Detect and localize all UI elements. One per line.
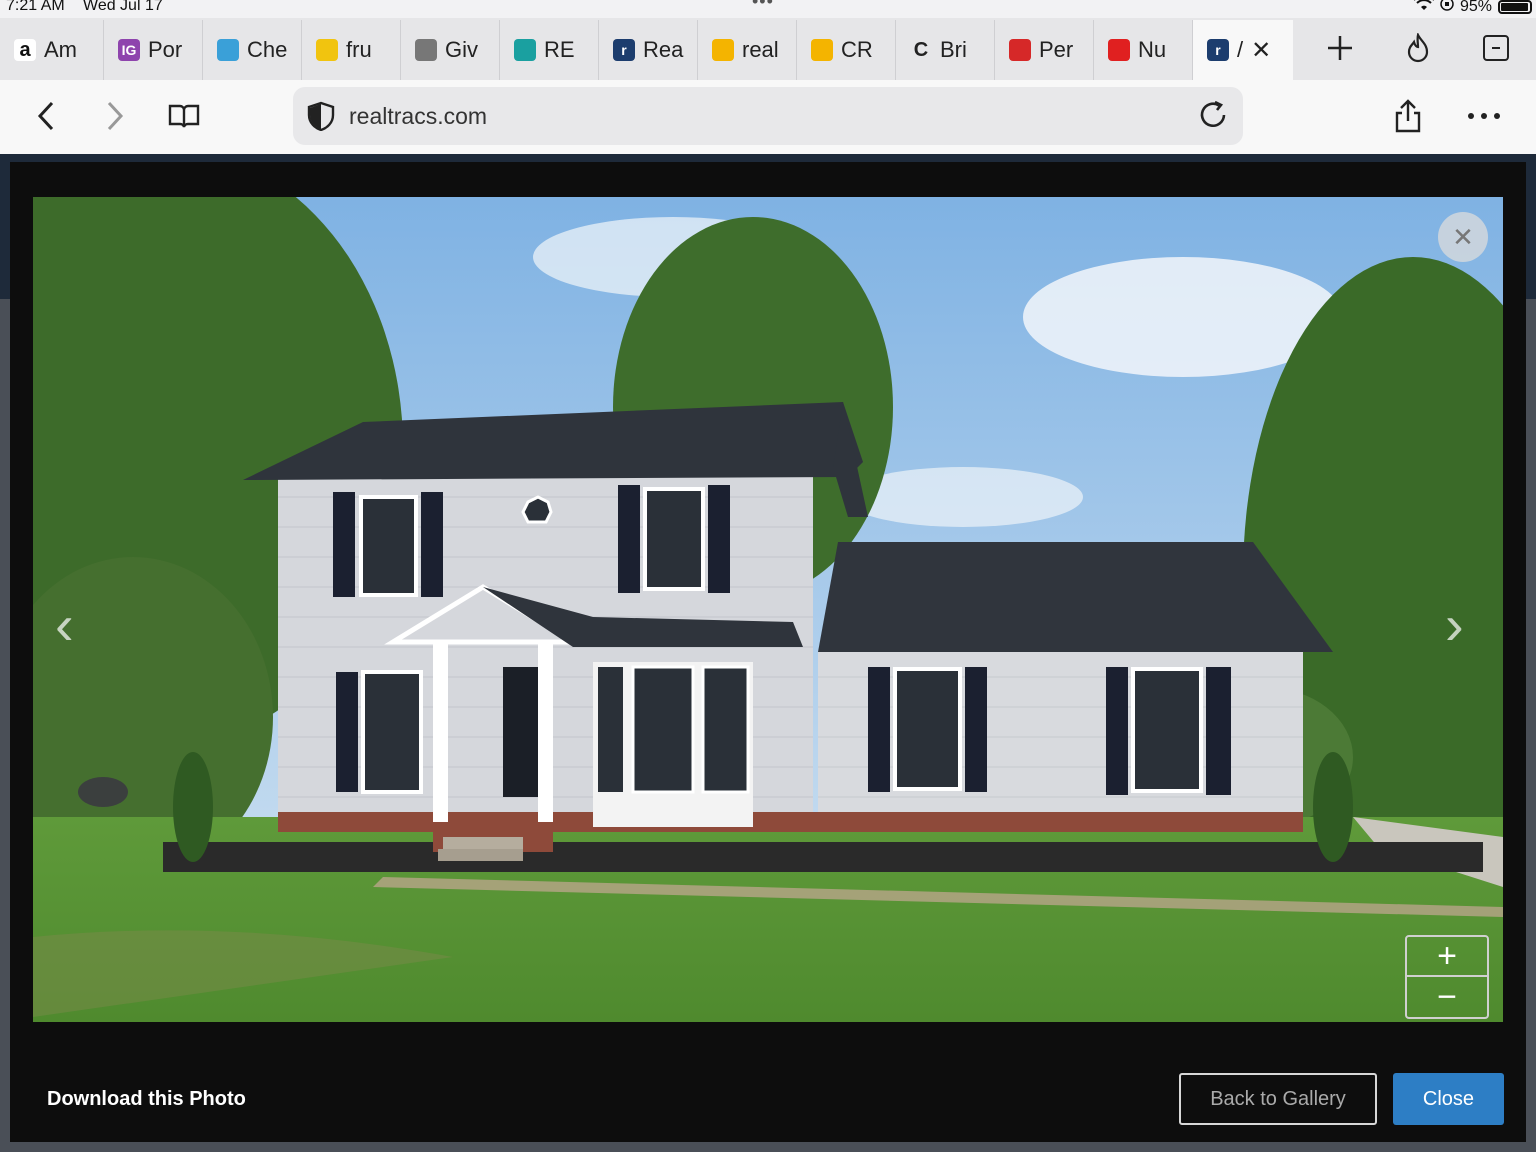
tab-2[interactable]: Che xyxy=(203,20,302,80)
download-photo-link[interactable]: Download this Photo xyxy=(47,1088,246,1111)
navigation-bar: realtracs.com xyxy=(0,80,1536,154)
tab-label: Per xyxy=(1039,37,1074,62)
tab-0[interactable]: a Am xyxy=(0,20,104,80)
tab-label: real xyxy=(742,37,779,62)
tab-12[interactable]: r / ✕ xyxy=(1193,20,1293,80)
wifi-icon xyxy=(1413,0,1434,16)
zoom-controls: + − xyxy=(1405,935,1489,1019)
pin-icon xyxy=(316,39,338,61)
tab-label: / xyxy=(1237,37,1244,62)
tab-label: CR xyxy=(841,37,873,62)
back-button[interactable] xyxy=(22,92,70,140)
tab-label: Am xyxy=(44,37,77,62)
heart-icon xyxy=(217,39,239,61)
ellipsis-icon xyxy=(1468,113,1500,119)
tab-1[interactable]: IG Por xyxy=(104,20,203,80)
sign-icon xyxy=(811,39,833,61)
tab-5[interactable]: RE xyxy=(500,20,599,80)
chevron-right-icon xyxy=(107,101,124,131)
tab-label: Che xyxy=(247,37,288,62)
gear-icon xyxy=(415,39,437,61)
zoom-out-button[interactable]: − xyxy=(1407,977,1487,1017)
tab-switcher-icon xyxy=(1483,35,1509,61)
status-date: Wed Jul 17 xyxy=(83,0,163,14)
book-icon xyxy=(168,104,200,128)
tab-8[interactable]: CR xyxy=(797,20,896,80)
tab-label: fru xyxy=(346,37,372,62)
tab-7[interactable]: real xyxy=(698,20,797,80)
youtube-icon xyxy=(1108,39,1130,61)
tab-10[interactable]: Per xyxy=(995,20,1094,80)
ig-icon: IG xyxy=(118,39,140,61)
bookmarks-button[interactable] xyxy=(160,92,208,140)
tab-label: Nu xyxy=(1138,37,1167,62)
tab-label: Giv xyxy=(445,37,478,62)
close-icon: ✕ xyxy=(1452,221,1474,252)
close-button[interactable]: Close xyxy=(1393,1073,1504,1125)
chevron-left-icon xyxy=(37,101,54,131)
tab-overview-button[interactable] xyxy=(1457,18,1535,78)
sign-icon xyxy=(712,39,734,61)
tab-label: Por xyxy=(148,37,183,62)
new-tab-button[interactable] xyxy=(1301,18,1379,78)
c-icon: C xyxy=(913,38,929,61)
tab-6[interactable]: r Rea xyxy=(599,20,698,80)
amazon-icon: a xyxy=(14,39,36,61)
plus-icon xyxy=(1328,36,1352,60)
battery-icon xyxy=(1498,0,1532,14)
more-button[interactable] xyxy=(1460,92,1508,140)
house-photo-image xyxy=(33,197,1503,1022)
tab-3[interactable]: fru xyxy=(302,20,401,80)
status-time: 7:21 AM xyxy=(6,0,65,14)
tab-11[interactable]: Nu xyxy=(1094,20,1193,80)
forward-button[interactable] xyxy=(91,92,139,140)
multitask-dots[interactable]: ••• xyxy=(752,0,774,12)
tab-label: Rea xyxy=(643,37,684,62)
photo-modal: ✕ ‹ › + − Download this Photo Back to Ga… xyxy=(10,162,1526,1142)
address-bar[interactable]: realtracs.com xyxy=(293,87,1243,145)
shield-icon[interactable] xyxy=(305,100,337,132)
orientation-lock-icon xyxy=(1440,0,1454,16)
tab-4[interactable]: Giv xyxy=(401,20,500,80)
chevron-left-icon: ‹ xyxy=(55,593,74,656)
tab-label: RE xyxy=(544,37,575,62)
share-icon xyxy=(1395,99,1421,133)
target-icon xyxy=(1009,39,1031,61)
battery-percent: 95% xyxy=(1459,0,1492,15)
tab-bar: a Am IG Por Che fru Giv RE r Rea real CR C Bri Per Nu r /… xyxy=(0,18,1536,80)
close-tab-icon[interactable]: ✕ xyxy=(1251,36,1271,65)
flame-icon xyxy=(1407,33,1429,63)
tab-label: Bri xyxy=(940,37,967,62)
url-text[interactable]: realtracs.com xyxy=(349,103,487,130)
chevron-right-icon: › xyxy=(1445,593,1464,656)
realtracs-icon: r xyxy=(613,39,635,61)
reload-icon[interactable] xyxy=(1197,99,1229,131)
house-photo xyxy=(33,197,1503,1022)
zoom-in-button[interactable]: + xyxy=(1407,937,1487,977)
next-photo-button[interactable]: › xyxy=(1445,592,1464,657)
previous-photo-button[interactable]: ‹ xyxy=(55,592,74,657)
status-right: 95% xyxy=(1413,0,1532,16)
status-bar: 7:21 AM Wed Jul 17 ••• 95% xyxy=(0,0,1536,18)
back-to-gallery-button[interactable]: Back to Gallery xyxy=(1179,1073,1377,1125)
photo-close-x-button[interactable]: ✕ xyxy=(1438,212,1488,262)
house-icon xyxy=(514,39,536,61)
fire-button[interactable] xyxy=(1379,18,1457,78)
realtracs-icon: r xyxy=(1207,39,1229,61)
tab-9[interactable]: C Bri xyxy=(896,20,995,80)
share-button[interactable] xyxy=(1384,92,1432,140)
tabs-list: a Am IG Por Che fru Giv RE r Rea real CR C Bri Per Nu r /… xyxy=(0,18,1293,80)
